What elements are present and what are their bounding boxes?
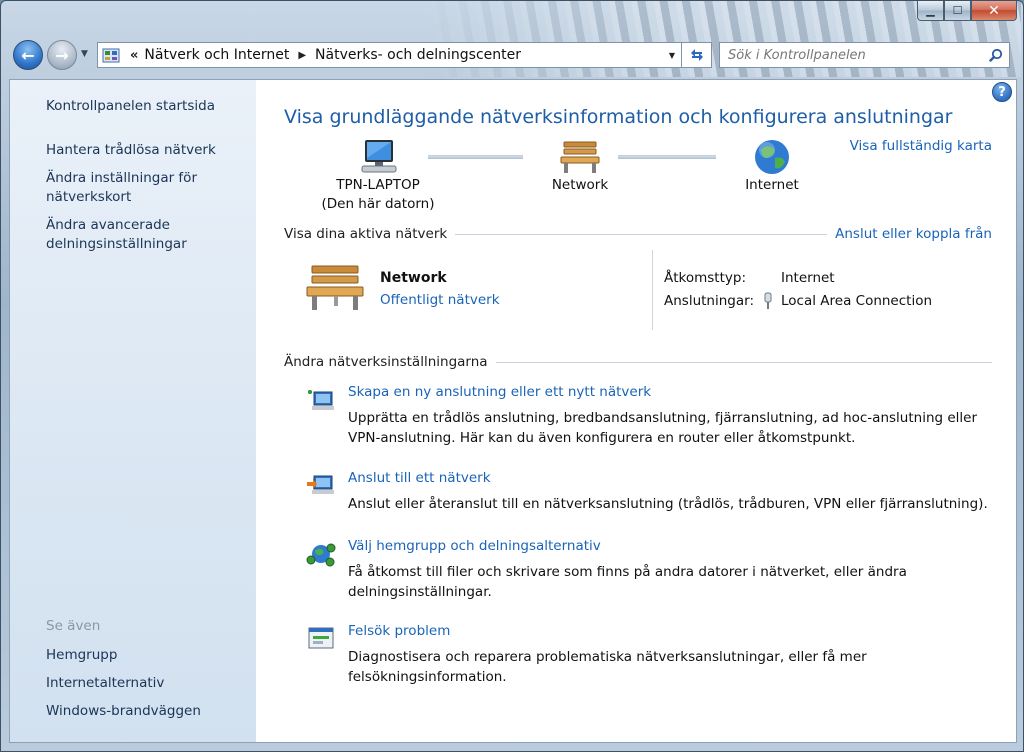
map-connector [618,155,716,159]
new-connection-icon [308,390,334,410]
window-frame: ▁ ☐ ✕ ← → ▼ « Nätverk och Internet ▶ Nät… [0,0,1024,752]
connections-label: Anslutningar: [664,293,754,309]
bench-icon [306,265,364,310]
map-node-computer[interactable]: TPN-LAPTOP (Den här datorn) [318,138,438,214]
task-new-connection-link[interactable]: Skapa en ny anslutning eller ett nytt nä… [348,384,651,400]
network-name: Network [551,177,609,193]
caption-buttons: ▁ ☐ ✕ [917,1,1017,21]
change-settings-header: Ändra nätverksinställningarna [284,354,992,370]
computer-subtitle: (Den här datorn) [321,196,435,212]
forward-arrow-icon: → [55,45,69,65]
sidebar-item-windows-firewall[interactable]: Windows-brandväggen [46,702,201,721]
local-area-connection-link[interactable]: Local Area Connection [781,293,932,309]
task-connect-network-link[interactable]: Anslut till ett nätverk [348,470,491,486]
connect-network-icon [307,475,334,494]
homegroup-icon [306,543,336,567]
help-button[interactable]: ? [992,82,1012,102]
address-dropdown-icon[interactable]: ▼ [663,43,681,67]
sidebar-item-homegroup[interactable]: Hemgrupp [46,646,117,665]
globe-icon [755,140,789,174]
active-network-panel: Network Offentligt nätverk Åtkomsttyp: I… [284,250,994,332]
breadcrumb-item-network-internet[interactable]: Nätverk och Internet [144,47,289,63]
full-map-link[interactable]: Visa fullständig karta [850,138,992,154]
network-type-link[interactable]: Offentligt nätverk [380,292,500,308]
task-troubleshoot-description: Diagnostisera och reparera problematiska… [348,649,867,685]
computer-icon [361,140,397,173]
troubleshoot-icon [308,627,334,649]
task-homegroup-description: Få åtkomst till filer och skrivare som f… [348,564,907,600]
back-button[interactable]: ← [13,40,43,70]
sidebar-item-manage-wireless[interactable]: Hantera trådlösa nätverk [46,141,216,160]
page-title: Visa grundläggande nätverksinformation o… [284,106,953,128]
search-box[interactable] [719,42,1010,68]
active-networks-heading: Visa dina aktiva nätverk [284,226,448,242]
see-also-heading: Se även [46,618,101,634]
sidebar-item-internet-options[interactable]: Internetalternativ [46,674,164,693]
internet-name: Internet [745,177,799,193]
sidebar-item-adapter-settings[interactable]: Ändra inställningar för nätverkskort [46,169,221,207]
map-connector [428,155,523,159]
control-panel-icon [98,43,124,67]
address-bar[interactable]: « Nätverk och Internet ▶ Nätverks- och d… [97,42,682,68]
back-arrow-icon: ← [21,45,35,65]
task-new-connection-description: Upprätta en trådlös anslutning, bredband… [348,410,978,446]
main-content: ? Visa grundläggande nätverksinformation… [256,80,1016,742]
search-input[interactable] [720,44,983,66]
task-homegroup-link[interactable]: Välj hemgrupp och delningsalternativ [348,538,601,554]
map-node-network[interactable]: Network [520,138,640,195]
search-icon[interactable] [983,48,1009,62]
recent-pages-dropdown[interactable]: ▼ [81,49,88,59]
breadcrumb-separator[interactable]: ▶ [298,50,306,61]
refresh-button[interactable] [682,42,712,68]
maximize-button[interactable]: ☐ [944,1,971,21]
forward-button[interactable]: → [47,40,77,70]
change-settings-heading: Ändra nätverksinställningarna [284,354,488,370]
task-connect-network-description: Anslut eller återanslut till en nätverks… [348,496,988,512]
help-icon: ? [998,84,1006,100]
sidebar-item-control-panel-home[interactable]: Kontrollpanelen startsida [46,97,215,116]
section-divider [455,233,828,235]
sidebar: Kontrollpanelen startsida Hantera trådlö… [10,80,256,742]
minimize-button[interactable]: ▁ [917,1,944,21]
client-area: Kontrollpanelen startsida Hantera trådlö… [9,79,1017,743]
active-network-name: Network [380,270,447,286]
access-type-value: Internet [781,270,835,286]
sidebar-item-advanced-sharing[interactable]: Ändra avancerade delningsinställningar [46,216,221,254]
lan-plug-icon [764,292,772,309]
panel-divider [652,250,653,330]
section-divider [495,361,992,363]
access-type-label: Åtkomsttyp: [664,270,747,286]
breadcrumb: Nätverk och Internet ▶ Nätverks- och del… [144,47,521,63]
bench-icon [560,141,600,173]
computer-name: TPN-LAPTOP [336,177,420,193]
breadcrumb-overflow[interactable]: « [130,48,138,63]
navigation-bar: ← → ▼ « Nätverk och Internet ▶ Nätverks-… [9,39,1017,73]
breadcrumb-item-network-sharing-center[interactable]: Nätverks- och delningscenter [315,47,521,63]
connect-disconnect-link[interactable]: Anslut eller koppla från [835,226,992,242]
task-troubleshoot-link[interactable]: Felsök problem [348,623,450,639]
refresh-icon [690,49,703,61]
map-node-internet[interactable]: Internet [712,138,832,195]
active-networks-header: Visa dina aktiva nätverk Anslut eller ko… [284,226,992,242]
close-button[interactable]: ✕ [971,1,1017,21]
